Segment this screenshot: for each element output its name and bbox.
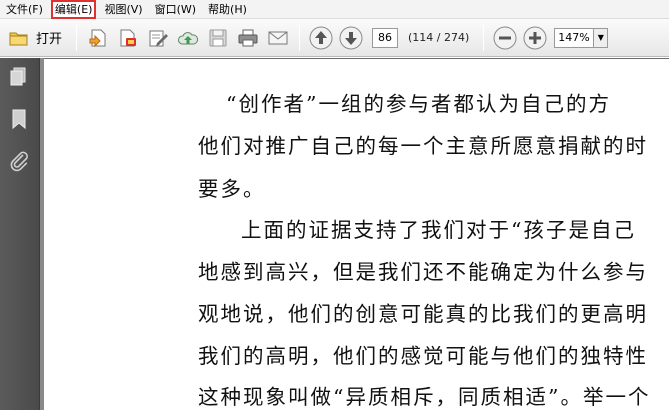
pdf-export-icon [120,29,137,46]
zoom-level-input[interactable]: 147% [554,27,595,48]
create-pdf-icon [89,29,106,47]
zoom-in-button[interactable] [520,23,550,53]
chevron-down-icon: ▼ [597,33,604,42]
zoom-dropdown-button[interactable]: ▼ [594,27,609,48]
envelope-icon [268,31,288,44]
toolbar-separator [299,24,301,51]
previous-page-button[interactable] [306,23,336,53]
folder-icon [9,32,28,45]
printer-icon [238,29,258,46]
page-number-input[interactable]: 86 [372,27,399,48]
text-line: 这种现象叫做“异质相斥，同质相适”。举一个 [198,385,651,409]
paperclip-icon[interactable] [8,150,30,172]
page-count-label: (114 / 274) [408,31,470,44]
navigation-panel [0,58,40,410]
open-button-label: 打开 [36,32,63,47]
text-line: 上面的证据支持了我们对于“孩子是自己 [241,218,636,242]
arrow-up-icon [309,26,333,49]
page-thumbnails-icon[interactable] [8,66,30,88]
toolbar-separator [483,24,485,51]
email-button[interactable] [263,23,293,53]
menu-window[interactable]: 窗口(W) [152,1,199,18]
zoom-out-button[interactable] [490,23,520,53]
text-line: 观地说，他们的创意可能真的比我们的更高明 [198,302,648,326]
next-page-button[interactable] [336,23,366,53]
menu-help[interactable]: 帮助(H) [205,1,250,18]
text-line: 要多。 [198,177,266,201]
menu-edit[interactable]: 编辑(E) [50,0,97,19]
edit-pdf-button[interactable] [143,23,173,53]
document-viewport[interactable]: “创作者”一组的参与者都认为自己的方 他们对推广自己的每一个主意所愿意捐献的时 … [44,58,669,410]
edit-document-icon [149,30,169,46]
open-button[interactable]: 打开 [0,23,70,53]
print-button[interactable] [233,23,263,53]
menu-file[interactable]: 文件(F) [3,1,46,18]
document-page: “创作者”一组的参与者都认为自己的方 他们对推广自己的每一个主意所愿意捐献的时 … [44,58,669,410]
toolbar-separator [76,24,78,51]
cloud-upload-icon [178,31,199,44]
menu-view[interactable]: 视图(V) [101,1,145,18]
minus-icon [493,26,517,49]
toolbar: 打开 86 (114 / 274) 147% ▼ [0,19,669,57]
text-line: “创作者”一组的参与者都认为自己的方 [226,92,611,116]
upload-button[interactable] [173,23,203,53]
arrow-down-icon [339,26,363,49]
text-line: 他们对推广自己的每一个主意所愿意捐献的时 [198,134,648,158]
create-pdf-button[interactable] [83,23,113,53]
text-line: 地感到高兴，但是我们还不能确定为什么参与 [198,260,648,284]
save-button[interactable] [203,23,233,53]
menu-bar: 文件(F) 编辑(E) 视图(V) 窗口(W) 帮助(H) [0,0,669,19]
plus-icon [523,26,547,49]
text-line: 我们的高明，他们的感觉可能与他们的独特性 [198,344,648,368]
export-pdf-button[interactable] [113,23,143,53]
save-icon [209,29,227,46]
bookmark-icon[interactable] [8,108,30,130]
